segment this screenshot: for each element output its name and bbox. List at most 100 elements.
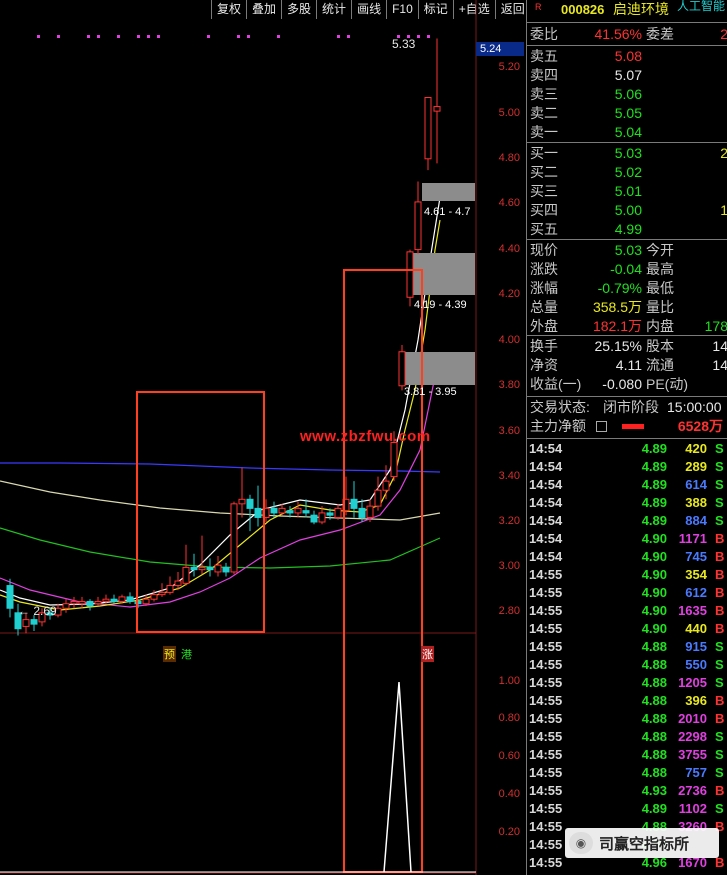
stock-name: 启迪环境 [613,1,669,17]
trade-volume: 757 [685,765,707,780]
signal-dot [277,35,280,38]
bid-row[interactable]: 买四 5.00 1 [527,201,727,220]
trade-direction: S [715,639,724,654]
stock-code: 000826 [561,2,605,17]
trade-volume: 2298 [678,729,707,744]
status-row: 交易状态: 闭市阶段 15:00:00 [527,398,727,417]
bid-price: 4.99 [614,221,642,237]
trade-price: 4.88 [641,675,667,690]
bid-row[interactable]: 买二 5.02 [527,163,727,182]
main-net-label: 主力净额 [530,418,586,434]
trade-row: 14:55 4.90 440 B [527,620,727,638]
trade-row: 14:55 4.90 354 B [527,566,727,584]
signal-dot [427,35,430,38]
trade-row: 14:54 4.90 1171 B [527,530,727,548]
trade-row: 14:54 4.89 388 S [527,494,727,512]
row-value: 4.11 [615,357,642,373]
bid-volume: 1 [720,202,727,218]
trade-time: 14:54 [529,477,563,492]
trade-time: 14:55 [529,819,563,834]
main-net-bar [622,424,644,429]
trade-direction: B [715,693,725,708]
kline-chart[interactable] [0,0,525,875]
current-price-marker: 5.24 [476,42,524,56]
candle-body [286,510,294,514]
ask-row[interactable]: 卖三 5.06 [527,85,727,104]
indicator-tick: 0.40 [498,788,520,800]
menu-icon[interactable] [596,421,607,432]
candle-body [433,106,441,112]
candle-body [158,591,166,596]
candle-body [358,507,366,518]
trade-row: 14:55 4.88 3755 S [527,746,727,764]
candle-body [126,596,134,602]
candle-body [222,566,230,573]
trade-direction: S [715,441,724,456]
indicator-tick: 0.60 [498,750,520,762]
candle-body [310,514,318,523]
row-label-2: 最高 [646,261,674,277]
bid-row[interactable]: 买一 5.03 2 [527,144,727,163]
bid-row[interactable]: 买五 4.99 [527,220,727,239]
trade-row: 14:55 4.88 1205 S [527,674,727,692]
trade-time: 14:54 [529,441,563,456]
trade-volume: 915 [685,639,707,654]
trade-row: 14:54 4.89 289 S [527,458,727,476]
ask-row[interactable]: 卖一 5.04 [527,123,727,142]
ask-row[interactable]: 卖二 5.05 [527,104,727,123]
tag-gang: 港 [181,649,192,661]
trade-direction: B [715,711,725,726]
candle-body [182,566,190,584]
signal-dot [157,35,160,38]
weibi-value: 41.56% [594,26,642,42]
trade-volume: 745 [685,549,707,564]
bid-row[interactable]: 买三 5.01 [527,182,727,201]
candle-body [382,480,390,491]
trade-volume: 1205 [678,675,707,690]
ask-label: 卖五 [530,48,558,64]
trade-time: 14:55 [529,675,563,690]
price-tick: 3.00 [498,560,520,572]
trade-time: 14:54 [529,531,563,546]
row-label-2: 流通 [646,357,674,373]
stock-header: R 000826 启迪环境 人工智能 [527,0,727,19]
trade-row: 14:55 4.88 396 B [527,692,727,710]
weicha-value: 2 [720,26,727,42]
trade-price: 4.90 [641,567,667,582]
main-net-row[interactable]: 主力净额 6528万 [527,417,727,436]
ask-row[interactable]: 卖五 5.08 [527,47,727,66]
trade-volume: 388 [685,495,707,510]
trade-volume: 614 [685,477,707,492]
trade-volume: 1635 [678,603,707,618]
range-label-3: 3.81 - 3.95 [404,386,457,398]
row-value-2: 14 [712,357,727,373]
low-price-label: ← 2.69 [18,604,57,618]
trade-time: 14:55 [529,855,563,870]
stat-row: 净资 4.11 流通 14 [527,356,727,375]
candle-body [190,566,198,571]
tag-yu: 预 [163,646,176,662]
trade-row: 14:54 4.89 614 S [527,476,727,494]
candle-body [86,600,94,607]
trade-row: 14:55 4.90 1635 B [527,602,727,620]
candle-body [94,600,102,605]
trade-direction: S [715,729,724,744]
price-tick: 5.00 [498,107,520,119]
ask-row[interactable]: 卖四 5.07 [527,66,727,85]
trade-time: 14:54 [529,495,563,510]
trade-direction: S [715,459,724,474]
candle-body [198,566,206,571]
candle-body [390,442,398,478]
price-band [422,183,475,201]
trade-volume: 1171 [678,531,707,546]
brand-watermark-text: 司赢空指标所 [599,835,690,853]
trade-direction: S [715,675,724,690]
candle-body [374,489,382,507]
trade-row: 14:55 4.88 550 S [527,656,727,674]
trade-price: 4.93 [641,783,667,798]
trade-price: 4.88 [641,747,667,762]
trade-time: 14:54 [529,459,563,474]
trade-price: 4.90 [641,585,667,600]
range-label-1: 4.61 - 4.7 [424,206,471,218]
trade-direction: B [715,783,725,798]
